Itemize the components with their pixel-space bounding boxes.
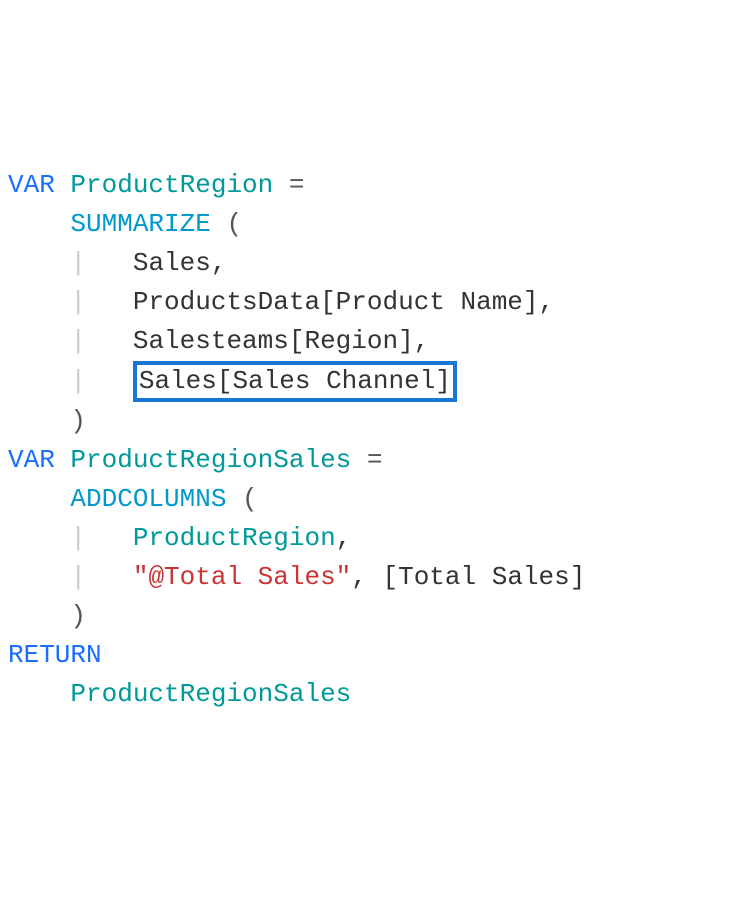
comma: , (336, 523, 352, 553)
comma: , (539, 287, 555, 317)
arg-total-sales-measure: [Total Sales] (383, 562, 586, 592)
var2-name: ProductRegionSales (70, 445, 351, 475)
var-keyword: VAR (8, 445, 55, 475)
comma: , (351, 562, 367, 592)
indent-guide: | (70, 523, 86, 553)
arg-sales: Sales (133, 248, 211, 278)
indent-guide: | (70, 326, 86, 356)
indent-guide: | (70, 562, 86, 592)
highlighted-code: Sales[Sales Channel] (133, 361, 457, 402)
arg-salesteams: Salesteams[Region] (133, 326, 414, 356)
var-keyword: VAR (8, 170, 55, 200)
comma: , (414, 326, 430, 356)
indent-guide: | (70, 366, 86, 396)
close-paren: ) (70, 601, 86, 631)
arg-total-sales-string: "@Total Sales" (133, 562, 351, 592)
return-expression: ProductRegionSales (70, 679, 351, 709)
close-paren: ) (70, 406, 86, 436)
equals-sign: = (273, 170, 304, 200)
comma: , (211, 248, 227, 278)
arg-productregion: ProductRegion (133, 523, 336, 553)
arg-productsdata: ProductsData[Product Name] (133, 287, 539, 317)
equals-sign: = (351, 445, 382, 475)
open-paren: ( (226, 484, 257, 514)
return-keyword: RETURN (8, 640, 102, 670)
dax-code-block: VAR ProductRegion = SUMMARIZE ( | Sales,… (8, 166, 746, 714)
arg-sales-channel: Sales[Sales Channel] (139, 366, 451, 396)
var1-name: ProductRegion (70, 170, 273, 200)
summarize-func: SUMMARIZE (70, 209, 210, 239)
addcolumns-func: ADDCOLUMNS (70, 484, 226, 514)
indent-guide: | (70, 248, 86, 278)
indent-guide: | (70, 287, 86, 317)
open-paren: ( (211, 209, 242, 239)
